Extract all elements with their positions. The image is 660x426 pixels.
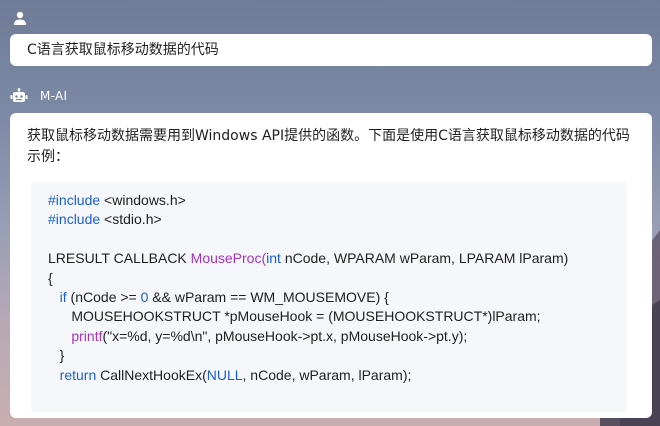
- code-line-printf: printf("x=%d, y=%d\n", pMouseHook->pt.x,…: [71, 327, 468, 344]
- code-line-close-if: }: [48, 347, 65, 364]
- code-line-include-windows: #include <windows.h>: [48, 192, 186, 208]
- assistant-header: M-AI: [10, 88, 67, 104]
- code-line-mousehook-cast: MOUSEHOOKSTRUCT *pMouseHook = (MOUSEHOOK…: [48, 308, 541, 325]
- user-message-text: C语言获取鼠标移动数据的代码: [27, 42, 219, 58]
- user-avatar: [12, 10, 28, 30]
- code-line-function-signature: LRESULT CALLBACK MouseProc(int nCode, WP…: [48, 250, 569, 267]
- code-line-if-statement: if (nCode >= 0 && wParam == WM_MOUSEMOVE…: [59, 288, 389, 305]
- code-line-open-brace: {: [48, 269, 53, 286]
- user-message-bubble: C语言获取鼠标移动数据的代码: [10, 34, 652, 66]
- assistant-intro-text: 获取鼠标移动数据需要用到Windows API提供的函数。下面是使用C语言获取鼠…: [27, 128, 630, 165]
- assistant-message-bubble: 获取鼠标移动数据需要用到Windows API提供的函数。下面是使用C语言获取鼠…: [10, 113, 652, 418]
- assistant-name: M-AI: [40, 89, 68, 103]
- user-icon: [14, 11, 26, 25]
- code-line-return: return CallNextHookEx(NULL, nCode, wPara…: [59, 366, 412, 383]
- robot-icon: [10, 88, 28, 102]
- code-block[interactable]: #include <windows.h> #include <stdio.h> …: [31, 182, 627, 412]
- code-line-include-stdio: #include <stdio.h>: [48, 211, 162, 228]
